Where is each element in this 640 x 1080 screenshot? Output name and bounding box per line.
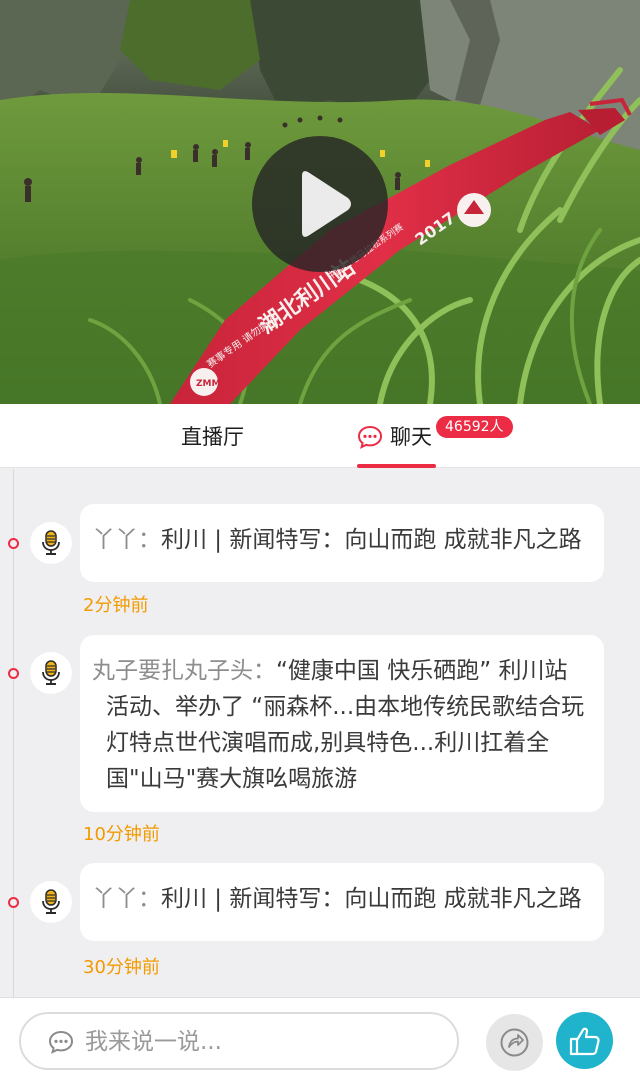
- comment-input[interactable]: 我来说一说...: [19, 1012, 459, 1070]
- online-count-badge: 46592人: [436, 416, 513, 438]
- thumbs-up-icon: [569, 1027, 600, 1056]
- share-button[interactable]: [486, 1014, 543, 1071]
- avatar[interactable]: [30, 522, 72, 564]
- comment-icon: [48, 1030, 74, 1054]
- microphone-icon: [42, 660, 60, 685]
- tab-live-hall[interactable]: 直播厅: [181, 404, 244, 468]
- message-text: 利川 | 新闻特写：向山而跑 成就非凡之路: [161, 886, 582, 912]
- video-player[interactable]: ZMM 2017 湖北利川站 中国山地马拉松系列赛 赛事专用 请勿撕除: [0, 0, 640, 404]
- share-icon: [500, 1028, 529, 1057]
- chat-feed[interactable]: 丫丫：利川 | 新闻特写：向山而跑 成就非凡之路 2分钟前 丸子要扎丸子头：“健…: [0, 469, 640, 997]
- svg-text:ZMM: ZMM: [196, 379, 220, 389]
- message-username: 丫丫：: [92, 886, 161, 912]
- timeline-dot: [8, 538, 19, 549]
- play-icon: [302, 171, 351, 237]
- bottom-bar: 我来说一说...: [0, 997, 640, 1080]
- play-button[interactable]: [252, 136, 388, 272]
- chat-bubble-icon: [357, 425, 383, 449]
- message-username: 丫丫：: [92, 527, 161, 553]
- timeline-dot: [8, 668, 19, 679]
- tab-live-hall-label: 直播厅: [181, 425, 244, 449]
- message-time: 2分钟前: [83, 595, 149, 616]
- microphone-icon: [42, 530, 60, 555]
- message-username: 丸子要扎丸子头：: [92, 658, 276, 684]
- message-bubble: 丫丫：利川 | 新闻特写：向山而跑 成就非凡之路: [80, 863, 604, 941]
- tab-chat[interactable]: 聊天: [357, 404, 437, 468]
- message-time: 30分钟前: [83, 957, 160, 978]
- tab-chat-label: 聊天: [390, 425, 432, 449]
- message-time: 10分钟前: [83, 824, 160, 845]
- microphone-icon: [42, 889, 60, 914]
- timeline-dot: [8, 897, 19, 908]
- message-text: 利川 | 新闻特写：向山而跑 成就非凡之路: [161, 527, 582, 553]
- avatar[interactable]: [30, 652, 72, 694]
- tab-bar: 直播厅 聊天: [0, 404, 640, 468]
- message-bubble: 丫丫：利川 | 新闻特写：向山而跑 成就非凡之路: [80, 504, 604, 582]
- comment-placeholder: 我来说一说...: [85, 1029, 222, 1055]
- active-tab-indicator: [357, 464, 436, 468]
- avatar[interactable]: [30, 881, 72, 923]
- message-bubble: 丸子要扎丸子头：“健康中国 快乐硒跑” 利川站活动、举办了 “丽森杯...由本地…: [80, 635, 604, 812]
- like-button[interactable]: [556, 1012, 613, 1069]
